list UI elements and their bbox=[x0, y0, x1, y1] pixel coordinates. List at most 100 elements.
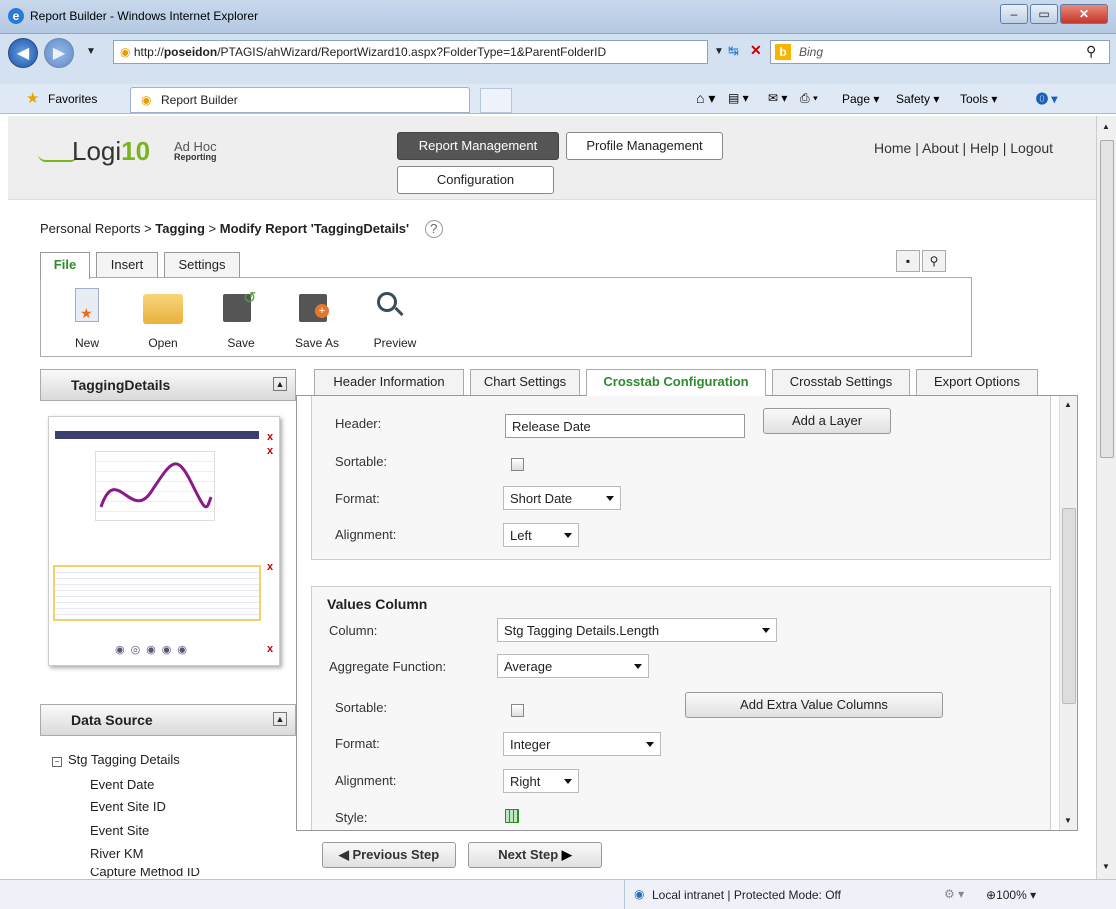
tree-collapse-icon[interactable]: − bbox=[52, 757, 62, 767]
intranet-zone-icon: ◉ bbox=[634, 887, 645, 901]
tools-menu[interactable]: Tools ▾ bbox=[960, 92, 997, 106]
ribbon-new[interactable]: ★ New bbox=[61, 286, 121, 352]
mail-icon[interactable]: ✉ ▾ bbox=[768, 91, 787, 105]
ribbon-save-as[interactable]: + Save As bbox=[287, 286, 347, 352]
back-button[interactable]: ◀ bbox=[8, 38, 38, 68]
print-icon[interactable]: ⎙ ▾ bbox=[800, 91, 818, 106]
home-link[interactable]: Home bbox=[874, 140, 911, 156]
logo-version: 10 bbox=[121, 136, 151, 166]
thumb-chart bbox=[95, 451, 215, 521]
ribbon-open[interactable]: Open bbox=[133, 286, 193, 352]
feeds-icon[interactable]: ▤ ▾ bbox=[728, 91, 749, 105]
data-source-item[interactable]: Event Site bbox=[90, 823, 149, 838]
next-step-button[interactable]: Next Step ▶ bbox=[468, 842, 602, 868]
browser-tab[interactable]: ◉ Report Builder bbox=[130, 87, 470, 113]
config-scroll-thumb[interactable] bbox=[1062, 508, 1076, 704]
values-sortable-label: Sortable: bbox=[335, 700, 388, 715]
collapse-icon[interactable]: ▲ bbox=[273, 712, 287, 726]
safety-menu[interactable]: Safety ▾ bbox=[896, 92, 939, 106]
new-tab-button[interactable] bbox=[480, 88, 512, 113]
thumb-remove-icon[interactable]: x bbox=[267, 445, 273, 457]
report-management-button[interactable]: Report Management bbox=[397, 132, 559, 160]
data-source-item[interactable]: Capture Method ID bbox=[90, 868, 200, 878]
thumb-remove-icon[interactable]: x bbox=[267, 643, 273, 655]
ribbon-tab-settings[interactable]: Settings bbox=[164, 252, 240, 278]
minimize-button[interactable]: – bbox=[1000, 4, 1028, 24]
breadcrumb-help-icon[interactable]: ? bbox=[424, 220, 443, 238]
data-source-item[interactable]: River KM bbox=[90, 846, 143, 861]
url-dropdown-icon[interactable]: ▼ bbox=[714, 46, 724, 57]
values-alignment-label: Alignment: bbox=[335, 773, 397, 788]
values-format-value: Integer bbox=[510, 737, 551, 752]
sortable-checkbox[interactable] bbox=[511, 458, 524, 471]
aggregate-select[interactable]: Average bbox=[497, 654, 649, 678]
tab-header-information[interactable]: Header Information bbox=[314, 369, 464, 395]
arrow-right-icon: ▶ bbox=[558, 847, 572, 862]
thumb-remove-icon[interactable]: x bbox=[267, 431, 273, 443]
logout-link[interactable]: Logout bbox=[1010, 140, 1053, 156]
scroll-up-icon[interactable]: ▲ bbox=[1102, 122, 1110, 131]
address-input[interactable]: ◉ http://poseidon/PTAGIS/ahWizard/Report… bbox=[113, 40, 708, 64]
configuration-button[interactable]: Configuration bbox=[397, 166, 554, 194]
scroll-down-icon[interactable]: ▼ bbox=[1064, 816, 1072, 825]
collapse-icon[interactable]: ▲ bbox=[273, 377, 287, 391]
tab-export-options[interactable]: Export Options bbox=[916, 369, 1038, 395]
add-extra-value-columns-button[interactable]: Add Extra Value Columns bbox=[685, 692, 943, 718]
security-zone[interactable]: Local intranet | Protected Mode: Off bbox=[652, 888, 841, 902]
page-menu[interactable]: Page ▾ bbox=[842, 92, 879, 106]
help-icon[interactable]: ⓿ ▾ bbox=[1036, 90, 1057, 107]
ribbon-tab-file[interactable]: File bbox=[40, 252, 90, 279]
header-input[interactable]: Release Date bbox=[505, 414, 745, 438]
tab-chart-settings[interactable]: Chart Settings bbox=[470, 369, 580, 395]
ribbon-preview[interactable]: Preview bbox=[361, 286, 421, 352]
stop-icon[interactable]: ✕ bbox=[750, 42, 762, 59]
chevron-down-icon bbox=[634, 664, 642, 669]
values-alignment-select[interactable]: Right bbox=[503, 769, 579, 793]
save-icon-small[interactable]: ▪ bbox=[896, 250, 920, 272]
format-label: Format: bbox=[335, 491, 380, 506]
thumb-remove-icon[interactable]: x bbox=[267, 561, 273, 573]
data-source-root[interactable]: − Stg Tagging Details bbox=[52, 752, 180, 767]
breadcrumb-tagging[interactable]: Tagging bbox=[155, 221, 205, 236]
data-source-item[interactable]: Event Date bbox=[90, 777, 154, 792]
help-link[interactable]: Help bbox=[970, 140, 999, 156]
values-sortable-checkbox[interactable] bbox=[511, 704, 524, 717]
protected-mode-icon[interactable]: ⚙ ▾ bbox=[944, 887, 964, 901]
column-select[interactable]: Stg Tagging Details.Length bbox=[497, 618, 777, 642]
breadcrumb-personal-reports[interactable]: Personal Reports bbox=[40, 221, 140, 236]
values-format-select[interactable]: Integer bbox=[503, 732, 661, 756]
refresh-icon[interactable]: ↹ bbox=[728, 43, 739, 59]
ribbon-tab-insert[interactable]: Insert bbox=[96, 252, 158, 278]
forward-button[interactable]: ▶ bbox=[44, 38, 74, 68]
add-layer-button[interactable]: Add a Layer bbox=[763, 408, 891, 434]
ribbon-save[interactable]: ↺ Save bbox=[211, 286, 271, 352]
table-style-icon[interactable] bbox=[505, 809, 519, 823]
format-select[interactable]: Short Date bbox=[503, 486, 621, 510]
values-format-label: Format: bbox=[335, 736, 380, 751]
profile-management-button[interactable]: Profile Management bbox=[566, 132, 723, 160]
dropdown-icon[interactable]: ▼ bbox=[86, 46, 96, 57]
alignment-select[interactable]: Left bbox=[503, 523, 579, 547]
report-thumbnail[interactable]: x x x x ◉◎◉◉◉ bbox=[48, 416, 280, 666]
config-scrollbar[interactable]: ▲ ▼ bbox=[1059, 396, 1077, 830]
search-input[interactable]: b Bing bbox=[770, 40, 1110, 64]
window-titlebar: e Report Builder - Windows Internet Expl… bbox=[0, 0, 1116, 34]
about-link[interactable]: About bbox=[922, 140, 959, 156]
favorites-button[interactable]: Favorites bbox=[48, 92, 97, 106]
search-placeholder: Bing bbox=[799, 45, 824, 59]
address-toolbar: ◀ ▶ ▼ ◉ http://poseidon/PTAGIS/ahWizard/… bbox=[0, 34, 1116, 84]
search-icon[interactable]: ⚲ bbox=[1086, 43, 1096, 60]
search-icon-small[interactable]: ⚲ bbox=[922, 250, 946, 272]
scroll-down-icon[interactable]: ▼ bbox=[1102, 862, 1110, 871]
data-source-item[interactable]: Event Site ID bbox=[90, 799, 166, 814]
zoom-control[interactable]: ⊕100% ▾ bbox=[986, 888, 1036, 902]
page-scrollbar[interactable]: ▲ ▼ bbox=[1096, 116, 1116, 879]
scroll-up-icon[interactable]: ▲ bbox=[1064, 400, 1072, 409]
previous-step-button[interactable]: ◀ Previous Step bbox=[322, 842, 456, 868]
maximize-button[interactable]: ▭ bbox=[1030, 4, 1058, 24]
close-button[interactable]: ✕ bbox=[1060, 4, 1108, 24]
page-scroll-thumb[interactable] bbox=[1100, 140, 1114, 458]
home-icon[interactable]: ⌂ ▾ bbox=[696, 90, 715, 107]
tab-crosstab-configuration[interactable]: Crosstab Configuration bbox=[586, 369, 766, 396]
tab-crosstab-settings[interactable]: Crosstab Settings bbox=[772, 369, 910, 395]
